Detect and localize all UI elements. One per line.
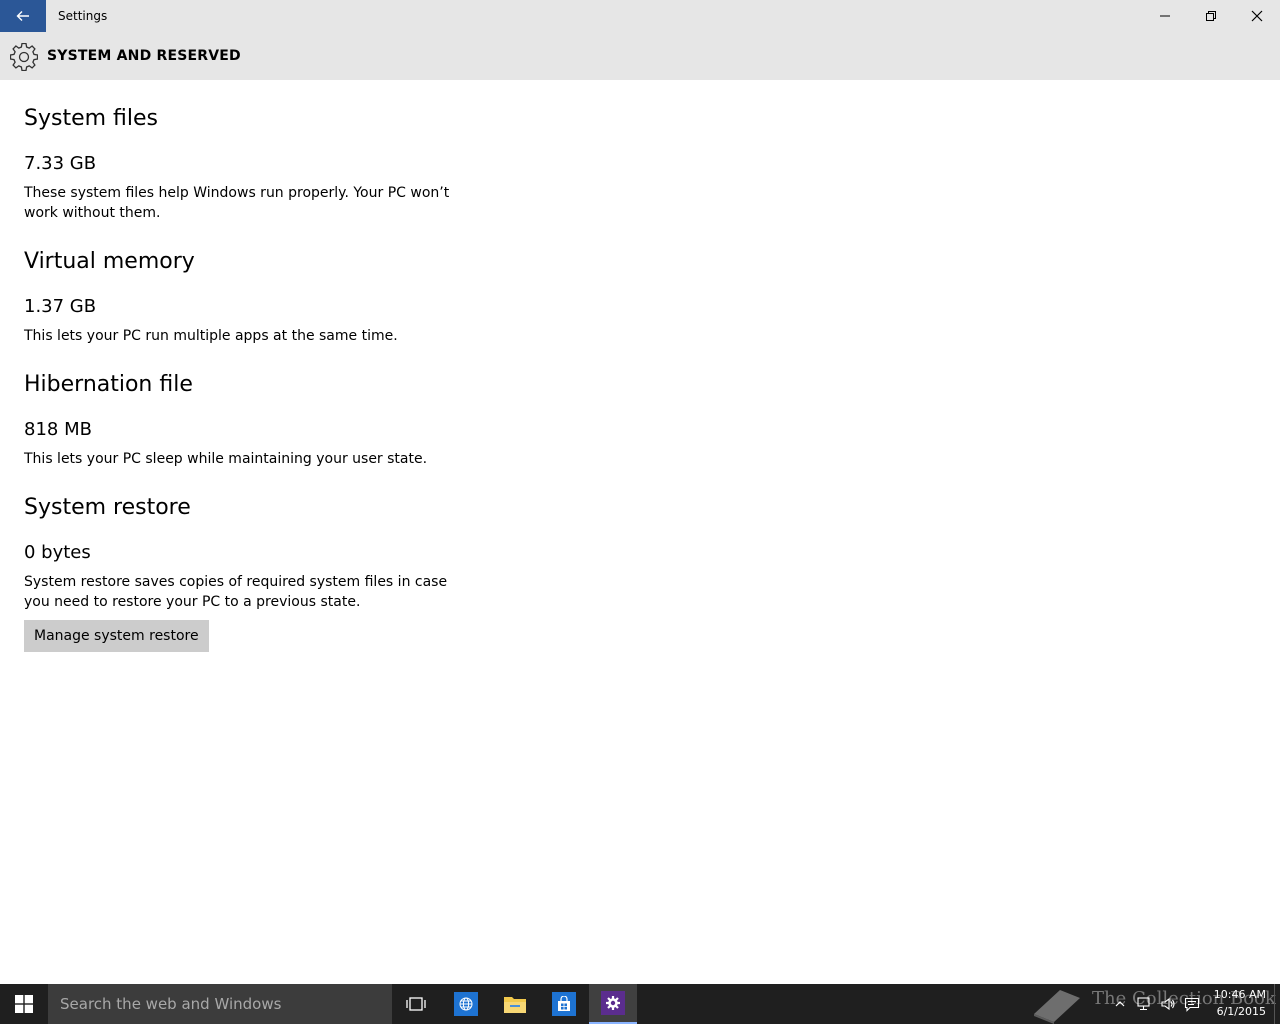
globe-icon	[459, 997, 473, 1011]
folder-icon	[504, 997, 526, 1013]
system-restore-section: System restore 0 bytes System restore sa…	[24, 494, 484, 652]
section-size: 1.37 GB	[24, 296, 97, 317]
settings-tile	[601, 991, 625, 1015]
section-size: 7.33 GB	[24, 153, 97, 174]
window-title: Settings	[58, 9, 108, 23]
restore-icon	[1206, 11, 1216, 21]
task-view-icon	[406, 997, 426, 1011]
section-description: These system files help Windows run prop…	[24, 185, 450, 221]
taskbar: Search the web and Windows The Collectio…	[0, 984, 1280, 1024]
section-title: System files	[24, 106, 158, 131]
close-button[interactable]	[1234, 0, 1280, 32]
task-view-button[interactable]	[392, 984, 440, 1024]
section-title: Hibernation file	[24, 372, 193, 397]
section-title: System restore	[24, 495, 191, 520]
page-title: SYSTEM AND RESERVED	[47, 48, 241, 64]
search-box[interactable]: Search the web and Windows	[48, 984, 392, 1024]
virtual-memory-section: Virtual memory 1.37 GB This lets your PC…	[24, 248, 484, 346]
back-button[interactable]	[0, 0, 46, 32]
store-bag-icon	[558, 996, 570, 1011]
speaker-icon	[1161, 997, 1175, 1011]
page-header: SYSTEM AND RESERVED	[0, 32, 1280, 80]
restore-button[interactable]	[1188, 0, 1234, 32]
manage-system-restore-button[interactable]: Manage system restore	[24, 620, 209, 652]
close-icon	[1251, 10, 1263, 22]
section-description: This lets your PC run multiple apps at t…	[24, 328, 398, 344]
clock-date: 6/1/2015	[1216, 1005, 1266, 1018]
edge-taskbar-item[interactable]	[442, 984, 490, 1024]
chevron-up-icon	[1115, 1001, 1125, 1007]
system-files-section: System files 7.33 GB These system files …	[24, 105, 484, 223]
file-explorer-taskbar-item[interactable]	[491, 984, 539, 1024]
section-size: 818 MB	[24, 419, 92, 440]
hibernation-file-section: Hibernation file 818 MB This lets your P…	[24, 371, 484, 469]
message-icon	[1184, 997, 1200, 1012]
action-center-button[interactable]	[1184, 996, 1200, 1012]
settings-taskbar-item[interactable]	[589, 984, 637, 1024]
edge-tile	[454, 992, 478, 1016]
section-description: This lets your PC sleep while maintainin…	[24, 451, 428, 467]
network-button[interactable]	[1136, 996, 1152, 1012]
gear-icon	[10, 43, 38, 71]
book-logo-icon	[1034, 990, 1080, 1024]
storage-details: System files 7.33 GB These system files …	[24, 80, 484, 652]
section-title: Virtual memory	[24, 249, 195, 274]
clock-time: 10:46 AM	[1213, 988, 1266, 1001]
volume-button[interactable]	[1160, 996, 1176, 1012]
system-tray	[1112, 984, 1200, 1024]
store-tile	[552, 992, 576, 1016]
title-bar: Settings	[0, 0, 1280, 32]
section-description: System restore saves copies of required …	[24, 574, 448, 610]
show-hidden-icons-button[interactable]	[1112, 996, 1128, 1012]
show-desktop-button[interactable]	[1274, 984, 1280, 1024]
minimize-button[interactable]	[1142, 0, 1188, 32]
start-button[interactable]	[0, 984, 48, 1024]
minimize-icon	[1160, 15, 1170, 17]
clock[interactable]: 10:46 AM 6/1/2015	[1212, 986, 1266, 1020]
search-placeholder: Search the web and Windows	[60, 995, 282, 1013]
gear-icon	[606, 996, 620, 1010]
store-taskbar-item[interactable]	[540, 984, 588, 1024]
section-size: 0 bytes	[24, 542, 91, 563]
back-arrow-icon	[16, 11, 29, 21]
windows-logo-icon	[15, 995, 33, 1013]
network-icon	[1137, 997, 1150, 1011]
